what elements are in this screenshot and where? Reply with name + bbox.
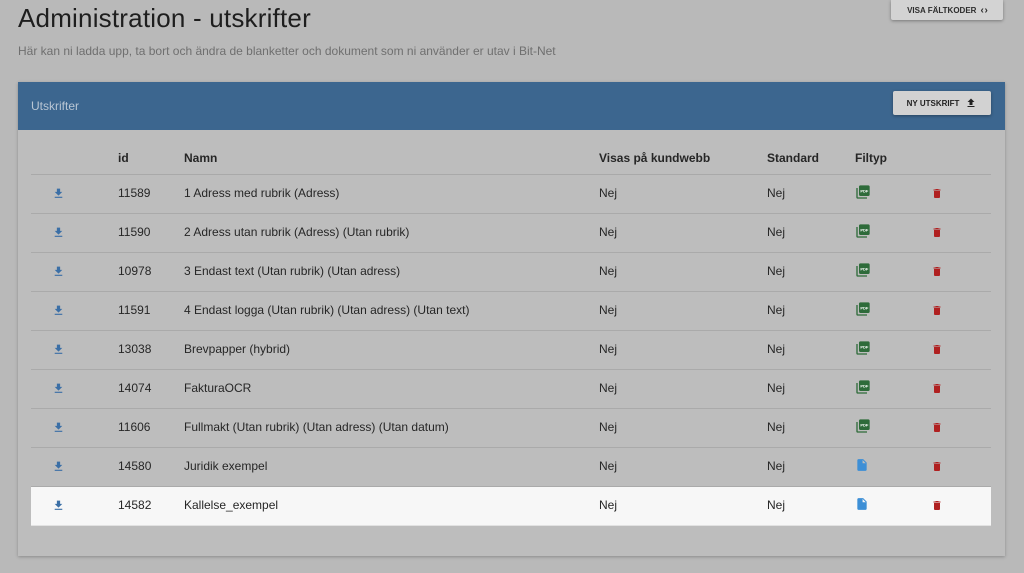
svg-text:PDF: PDF <box>860 383 869 388</box>
column-header-visas: Visas på kundwebb <box>599 151 711 165</box>
row-name: FakturaOCR <box>184 381 252 395</box>
row-visas: Nej <box>599 225 618 239</box>
table-row[interactable]: 10978 3 Endast text (Utan rubrik) (Utan … <box>31 253 991 292</box>
download-icon[interactable] <box>52 186 65 201</box>
table-body: 11589 1 Adress med rubrik (Adress) Nej N… <box>31 175 991 526</box>
row-id: 11590 <box>118 225 151 239</box>
chevrons-code-icon: ‹ › <box>980 4 988 16</box>
upload-icon <box>965 97 977 109</box>
svg-text:PDF: PDF <box>860 266 869 271</box>
row-standard: Nej <box>767 264 786 278</box>
download-icon[interactable] <box>52 420 65 435</box>
row-id: 11589 <box>118 186 151 200</box>
row-visas: Nej <box>599 303 618 317</box>
download-icon[interactable] <box>52 381 65 396</box>
row-visas: Nej <box>599 342 618 356</box>
table-row[interactable]: 14580 Juridik exempel Nej Nej <box>31 448 991 487</box>
table-row[interactable]: 14074 FakturaOCR Nej Nej PDF <box>31 370 991 409</box>
row-visas: Nej <box>599 498 618 512</box>
row-standard: Nej <box>767 459 786 473</box>
svg-text:PDF: PDF <box>860 305 869 310</box>
download-icon[interactable] <box>52 459 65 474</box>
new-print-button[interactable]: NY UTSKRIFT <box>893 91 991 115</box>
download-icon[interactable] <box>52 498 65 513</box>
row-name: 4 Endast logga (Utan rubrik) (Utan adres… <box>184 303 470 317</box>
pdf-file-icon: PDF <box>855 262 871 278</box>
row-standard: Nej <box>767 420 786 434</box>
row-id: 14074 <box>118 381 152 395</box>
table-row[interactable]: 14582 Kallelse_exempel Nej Nej <box>31 487 991 526</box>
svg-text:PDF: PDF <box>860 422 869 427</box>
pdf-file-icon: PDF <box>855 184 871 200</box>
row-id: 13038 <box>118 342 152 356</box>
row-id: 11591 <box>118 303 151 317</box>
row-name: 1 Adress med rubrik (Adress) <box>184 186 340 200</box>
new-print-label: NY UTSKRIFT <box>906 98 960 108</box>
column-header-standard: Standard <box>767 151 820 165</box>
row-name: Kallelse_exempel <box>184 498 279 512</box>
delete-icon[interactable] <box>931 342 943 357</box>
row-id: 14582 <box>118 498 152 512</box>
download-icon[interactable] <box>52 342 65 357</box>
row-standard: Nej <box>767 186 786 200</box>
column-header-name: Namn <box>184 151 218 165</box>
column-header-filetype: Filtyp <box>855 151 887 165</box>
table-row[interactable]: 11590 2 Adress utan rubrik (Adress) (Uta… <box>31 214 991 253</box>
row-name: Juridik exempel <box>184 459 268 473</box>
svg-text:PDF: PDF <box>860 188 869 193</box>
row-name: 3 Endast text (Utan rubrik) (Utan adress… <box>184 264 401 278</box>
delete-icon[interactable] <box>931 381 943 396</box>
row-name: Brevpapper (hybrid) <box>184 342 291 356</box>
svg-text:PDF: PDF <box>860 227 869 232</box>
row-visas: Nej <box>599 420 618 434</box>
delete-icon[interactable] <box>931 225 943 240</box>
page-title: Administration - utskrifter <box>18 3 311 33</box>
prints-card: Utskrifter NY UTSKRIFT id Namn Visas på … <box>18 82 1005 556</box>
card-header: Utskrifter NY UTSKRIFT <box>18 82 1005 130</box>
pdf-file-icon: PDF <box>855 379 871 395</box>
download-icon[interactable] <box>52 303 65 318</box>
download-icon[interactable] <box>52 225 65 240</box>
pdf-file-icon: PDF <box>855 340 871 356</box>
delete-icon[interactable] <box>931 186 943 201</box>
row-name: 2 Adress utan rubrik (Adress) (Utan rubr… <box>184 225 410 239</box>
table-row[interactable]: 13038 Brevpapper (hybrid) Nej Nej PDF <box>31 331 991 370</box>
row-visas: Nej <box>599 381 618 395</box>
row-visas: Nej <box>599 264 618 278</box>
delete-icon[interactable] <box>931 264 943 279</box>
pdf-file-icon: PDF <box>855 223 871 239</box>
svg-text:PDF: PDF <box>860 344 869 349</box>
row-id: 11606 <box>118 420 151 434</box>
column-header-id: id <box>118 151 129 165</box>
card-title: Utskrifter <box>31 99 79 113</box>
row-name: Fullmakt (Utan rubrik) (Utan adress) (Ut… <box>184 420 449 434</box>
prints-table: id Namn Visas på kundwebb Standard Filty… <box>31 145 991 526</box>
document-file-icon <box>855 457 869 473</box>
download-icon[interactable] <box>52 264 65 279</box>
row-standard: Nej <box>767 342 786 356</box>
pdf-file-icon: PDF <box>855 418 871 434</box>
page-subtitle: Här kan ni ladda upp, ta bort och ändra … <box>18 44 556 58</box>
delete-icon[interactable] <box>931 420 943 435</box>
row-standard: Nej <box>767 381 786 395</box>
table-row[interactable]: 11591 4 Endast logga (Utan rubrik) (Utan… <box>31 292 991 331</box>
row-standard: Nej <box>767 225 786 239</box>
pdf-file-icon: PDF <box>855 301 871 317</box>
row-id: 14580 <box>118 459 152 473</box>
document-file-icon <box>855 496 869 512</box>
table-row[interactable]: 11606 Fullmakt (Utan rubrik) (Utan adres… <box>31 409 991 448</box>
row-visas: Nej <box>599 186 618 200</box>
row-standard: Nej <box>767 498 786 512</box>
delete-icon[interactable] <box>931 459 943 474</box>
show-field-codes-button[interactable]: VISA FÄLTKODER ‹ › <box>891 0 1003 20</box>
show-field-codes-label: VISA FÄLTKODER <box>907 5 977 15</box>
table-header: id Namn Visas på kundwebb Standard Filty… <box>31 145 991 175</box>
row-id: 10978 <box>118 264 152 278</box>
row-standard: Nej <box>767 303 786 317</box>
delete-icon[interactable] <box>931 303 943 318</box>
table-row[interactable]: 11589 1 Adress med rubrik (Adress) Nej N… <box>31 175 991 214</box>
delete-icon[interactable] <box>931 498 943 513</box>
row-visas: Nej <box>599 459 618 473</box>
